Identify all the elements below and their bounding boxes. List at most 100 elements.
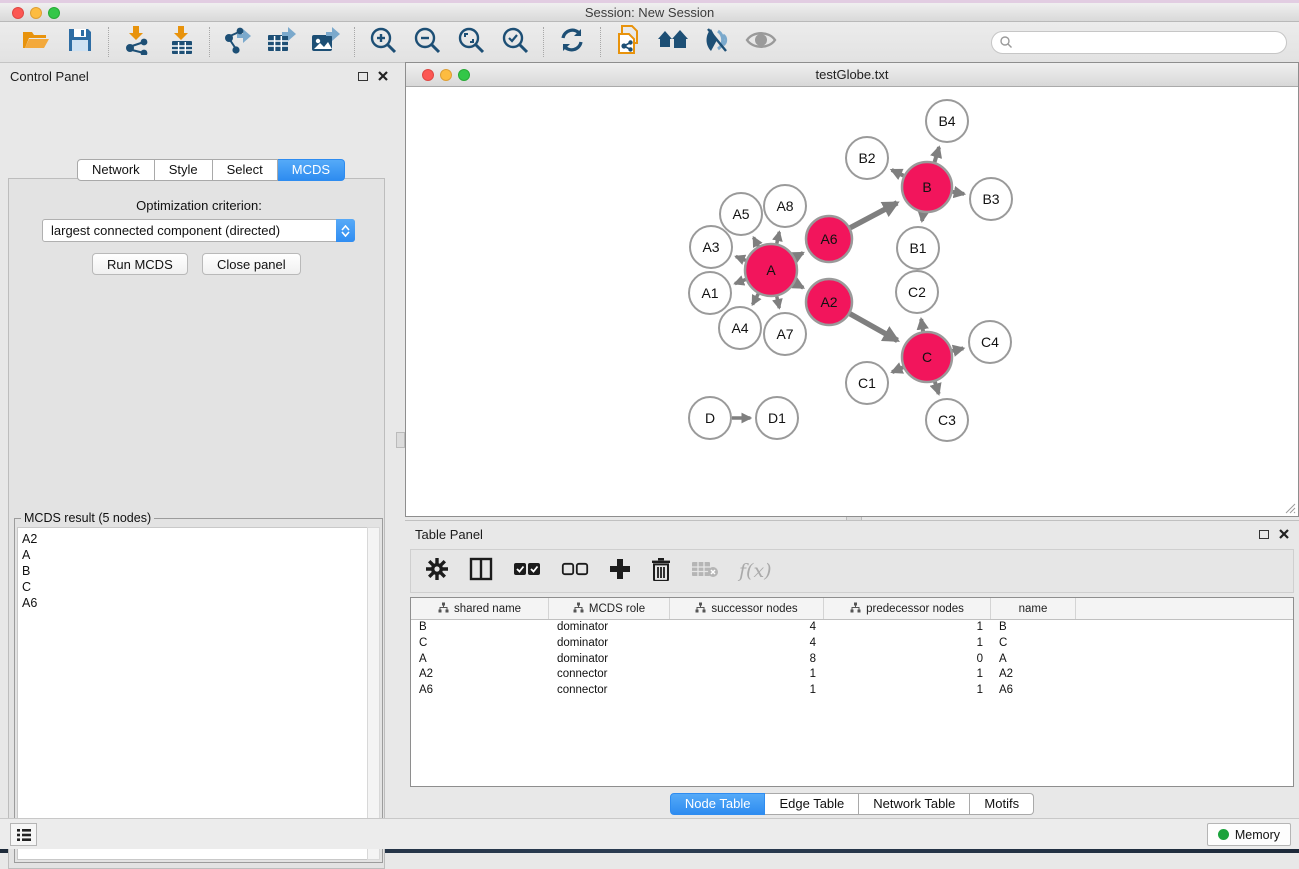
network-canvas[interactable]: AA1A2A3A4A5A6A7A8BB1B2B3B4CC1C2C3C4DD1	[406, 87, 1298, 516]
cell-MCDS-role[interactable]: dominator	[549, 620, 670, 636]
edge-A6-B[interactable]	[850, 203, 897, 228]
cell-predecessor-nodes[interactable]: 1	[824, 636, 991, 652]
cell-shared-name[interactable]: A	[411, 652, 549, 668]
tab-network[interactable]: Network	[77, 159, 155, 181]
graph-node-D[interactable]: D	[689, 397, 731, 439]
cell-shared-name[interactable]: A6	[411, 683, 549, 699]
edge-B-B3[interactable]	[953, 192, 965, 194]
columns-button[interactable]	[469, 557, 493, 586]
cell-predecessor-nodes[interactable]: 1	[824, 620, 991, 636]
table-row[interactable]: Bdominator41B	[411, 620, 1293, 636]
refresh-button[interactable]	[553, 26, 591, 58]
tab-select[interactable]: Select	[213, 159, 278, 181]
graph-node-C1[interactable]: C1	[846, 362, 888, 404]
float-panel-icon[interactable]	[358, 72, 368, 81]
search-box[interactable]	[991, 31, 1287, 54]
zoom-in-button[interactable]	[364, 26, 402, 58]
select-all-button[interactable]	[513, 561, 541, 582]
cell-name[interactable]: B	[991, 620, 1076, 636]
memory-button[interactable]: Memory	[1207, 823, 1291, 846]
graph-node-B3[interactable]: B3	[970, 178, 1012, 220]
column-header-predecessor-nodes[interactable]: predecessor nodes	[824, 598, 991, 619]
node-table[interactable]: shared nameMCDS rolesuccessor nodesprede…	[410, 597, 1294, 787]
mcds-result-list[interactable]: A2ABCA6	[17, 527, 369, 860]
cell-predecessor-nodes[interactable]: 1	[824, 667, 991, 683]
edge-B-B1[interactable]	[922, 213, 923, 221]
edge-A-A7[interactable]	[777, 296, 780, 308]
mcds-result-item[interactable]: A2	[22, 531, 368, 547]
edge-C-C2[interactable]	[921, 319, 923, 331]
task-history-button[interactable]	[10, 823, 37, 846]
cell-successor-nodes[interactable]: 8	[670, 652, 824, 668]
cell-MCDS-role[interactable]: dominator	[549, 636, 670, 652]
graph-node-B2[interactable]: B2	[846, 137, 888, 179]
edge-A-A5[interactable]	[754, 237, 759, 246]
cell-shared-name[interactable]: B	[411, 620, 549, 636]
table-row[interactable]: A6connector11A6	[411, 683, 1293, 699]
close-window-button[interactable]	[12, 7, 24, 19]
graph-node-B1[interactable]: B1	[897, 227, 939, 269]
zoom-selected-button[interactable]	[496, 26, 534, 58]
graph-node-A[interactable]: A	[745, 244, 797, 296]
graph-node-A8[interactable]: A8	[764, 185, 806, 227]
network-maximize-button[interactable]	[458, 69, 470, 81]
cell-name[interactable]: A6	[991, 683, 1076, 699]
tab-motifs[interactable]: Motifs	[970, 793, 1034, 815]
graph-node-A6[interactable]: A6	[806, 216, 852, 262]
float-table-panel-icon[interactable]	[1259, 530, 1269, 539]
tab-mcds[interactable]: MCDS	[278, 159, 345, 181]
cell-successor-nodes[interactable]: 4	[670, 636, 824, 652]
tab-style[interactable]: Style	[155, 159, 213, 181]
edge-A-A4[interactable]	[753, 294, 759, 305]
search-input[interactable]	[1013, 33, 1286, 52]
cell-MCDS-role[interactable]: connector	[549, 683, 670, 699]
graph-node-B4[interactable]: B4	[926, 100, 968, 142]
edge-A-A8[interactable]	[777, 232, 780, 244]
graph-node-C3[interactable]: C3	[926, 399, 968, 441]
graph-node-A1[interactable]: A1	[689, 272, 731, 314]
minimize-window-button[interactable]	[30, 7, 42, 19]
edge-B-B2[interactable]	[892, 170, 904, 176]
cell-successor-nodes[interactable]: 1	[670, 667, 824, 683]
cell-name[interactable]: A	[991, 652, 1076, 668]
save-button[interactable]	[61, 26, 99, 58]
zoom-fit-button[interactable]	[452, 26, 490, 58]
close-panel-icon[interactable]	[378, 71, 388, 81]
cell-name[interactable]: C	[991, 636, 1076, 652]
graph-node-B[interactable]: B	[902, 162, 952, 212]
export-table-button[interactable]	[263, 26, 301, 58]
graph-node-A2[interactable]: A2	[806, 279, 852, 325]
graph-node-A4[interactable]: A4	[719, 307, 761, 349]
cell-successor-nodes[interactable]: 1	[670, 683, 824, 699]
cell-name[interactable]: A2	[991, 667, 1076, 683]
mcds-result-item[interactable]: C	[22, 579, 368, 595]
edge-C-C3[interactable]	[935, 382, 939, 394]
close-table-panel-icon[interactable]	[1279, 529, 1289, 539]
graph-node-D1[interactable]: D1	[756, 397, 798, 439]
graph-node-C[interactable]: C	[902, 332, 952, 382]
run-mcds-button[interactable]: Run MCDS	[92, 253, 188, 275]
hide-panel-button[interactable]	[698, 26, 736, 58]
cell-shared-name[interactable]: C	[411, 636, 549, 652]
close-panel-button[interactable]: Close panel	[202, 253, 301, 275]
mcds-result-item[interactable]: B	[22, 563, 368, 579]
column-header-shared-name[interactable]: shared name	[411, 598, 549, 619]
column-header-successor-nodes[interactable]: successor nodes	[670, 598, 824, 619]
open-folder-button[interactable]	[17, 26, 55, 58]
cell-predecessor-nodes[interactable]: 0	[824, 652, 991, 668]
column-header-MCDS-role[interactable]: MCDS role	[549, 598, 670, 619]
edge-A-A1[interactable]	[735, 280, 746, 284]
zoom-out-button[interactable]	[408, 26, 446, 58]
graph-node-C4[interactable]: C4	[969, 321, 1011, 363]
maximize-window-button[interactable]	[48, 7, 60, 19]
resize-grip-icon[interactable]	[1282, 500, 1296, 514]
column-header-name[interactable]: name	[991, 598, 1076, 619]
import-table-button[interactable]	[162, 26, 200, 58]
table-row[interactable]: Adominator80A	[411, 652, 1293, 668]
cell-MCDS-role[interactable]: connector	[549, 667, 670, 683]
home-button[interactable]	[654, 26, 692, 58]
edge-A-A2[interactable]	[795, 283, 804, 288]
cell-predecessor-nodes[interactable]: 1	[824, 683, 991, 699]
add-button[interactable]	[609, 558, 631, 585]
mcds-result-item[interactable]: A	[22, 547, 368, 563]
